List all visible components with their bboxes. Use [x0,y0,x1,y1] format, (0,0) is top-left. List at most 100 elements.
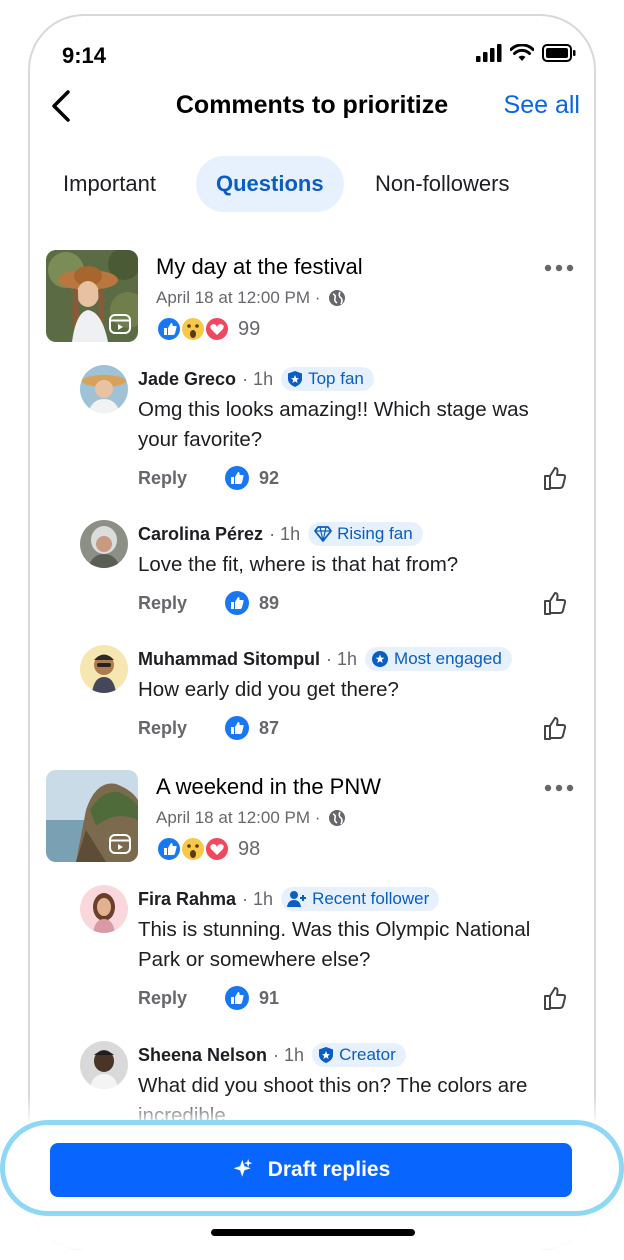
commenter-name[interactable]: Sheena Nelson [138,1045,267,1066]
reaction-icons [156,836,230,862]
commenter-name[interactable]: Jade Greco [138,369,236,390]
reaction-count: 99 [238,317,261,340]
avatar[interactable] [80,520,128,568]
filter-tabs: Important Questions Non-followers [0,156,624,212]
status-time: 9:14 [62,43,107,68]
like-reaction-icon [225,986,250,1010]
like-summary: 87 [225,716,279,740]
comment-header: Muhammad Sitompul · 1h Most engaged [138,645,512,673]
more-options-icon[interactable] [544,264,574,272]
comment-text: How early did you get there? [138,678,399,701]
comment-item: Carolina Pérez · 1h Rising fan Love the … [80,520,568,620]
tab-non-followers[interactable]: Non-followers [375,156,510,212]
avatar[interactable] [80,645,128,693]
comment-text: This is stunning. Was this Olympic Natio… [138,918,531,971]
avatar[interactable] [80,885,128,933]
like-reaction-icon [225,716,250,740]
tab-questions[interactable]: Questions [196,156,344,212]
comment-header: Sheena Nelson · 1h Creator [138,1041,406,1069]
diamond-icon [314,526,332,542]
like-summary: 89 [225,591,279,615]
post-date-text: April 18 at 12:00 PM · [156,808,321,827]
wifi-icon [510,44,534,61]
reaction-summary[interactable]: 98 [156,836,260,862]
fan-badge: Rising fan [308,522,423,546]
like-reaction-icon [225,466,250,490]
comment-time: · 1h [273,1044,305,1065]
commenter-name[interactable]: Muhammad Sitompul [138,649,320,670]
comment-time: · 1h [242,888,274,909]
like-count: 89 [259,592,280,613]
like-count: 91 [259,987,280,1008]
comment-time: · 1h [326,648,358,669]
commenter-name[interactable]: Carolina Pérez [138,524,263,545]
comment-text: Love the fit, where is that hat from? [138,553,459,576]
battery-icon [542,44,576,62]
badge-label: Recent follower [312,889,430,908]
like-count: 87 [259,717,280,738]
shield-icon [319,1047,334,1063]
avatar[interactable] [80,365,128,413]
badge-label: Top fan [308,369,364,388]
comment-time: · 1h [269,523,301,544]
post-date: April 18 at 12:00 PM · [156,288,346,308]
comment-time: · 1h [242,368,274,389]
reply-button[interactable]: Reply [138,593,187,614]
thumbs-up-icon[interactable] [542,715,568,741]
reply-button[interactable]: Reply [138,718,187,739]
comment-actions: Reply 87 [138,713,279,743]
like-summary: 91 [225,986,279,1010]
more-options-icon[interactable] [544,784,574,792]
globe-icon [329,290,346,306]
post-thumbnail[interactable] [46,250,138,342]
comment-item: Jade Greco · 1h Top fan Omg this looks a… [80,365,568,495]
like-count: 92 [259,467,280,488]
comment-item: Muhammad Sitompul · 1h Most engaged How … [80,645,568,745]
comment-actions: Reply 89 [138,588,279,618]
badge-label: Creator [339,1045,396,1064]
reaction-summary[interactable]: 99 [156,316,260,342]
comment-item: Fira Rahma · 1h Recent follower This is … [80,885,568,1015]
person-add-icon [287,891,307,907]
thumbs-up-icon[interactable] [542,590,568,616]
like-summary: 92 [225,466,279,490]
comment-actions: Reply 92 [138,463,279,493]
see-all-link[interactable]: See all [504,91,580,120]
shield-icon [288,371,303,387]
thumbs-up-icon[interactable] [542,985,568,1011]
post-date-text: April 18 at 12:00 PM · [156,288,321,307]
star-badge-icon [372,651,389,667]
comment-header: Carolina Pérez · 1h Rising fan [138,520,423,548]
comment-header: Fira Rahma · 1h Recent follower [138,885,440,913]
header: Comments to prioritize See all [28,84,596,128]
reaction-icons [156,316,230,342]
sparkle-icon [233,1158,253,1177]
reply-button[interactable]: Reply [138,988,187,1009]
post-title[interactable]: My day at the festival [156,254,363,280]
comment-actions: Reply 91 [138,983,279,1013]
draft-replies-label: Draft replies [267,1158,391,1181]
like-reaction-icon [225,591,250,615]
tab-important[interactable]: Important [63,156,156,212]
fan-badge: Most engaged [365,647,512,671]
fan-badge: Recent follower [281,887,440,911]
globe-icon [329,810,346,826]
post-thumbnail[interactable] [46,770,138,862]
home-indicator[interactable] [211,1229,415,1236]
post-title[interactable]: A weekend in the PNW [156,774,381,800]
cellular-signal-icon [476,44,502,62]
fan-badge: Top fan [281,367,374,391]
draft-replies-button[interactable]: Draft replies [50,1143,572,1197]
commenter-name[interactable]: Fira Rahma [138,889,236,910]
avatar[interactable] [80,1041,128,1089]
status-icons [476,44,576,62]
status-bar: 9:14 [28,14,596,94]
thumbs-up-icon[interactable] [542,465,568,491]
reaction-count: 98 [238,837,261,860]
badge-label: Most engaged [394,649,502,668]
fan-badge: Creator [312,1043,406,1067]
comment-header: Jade Greco · 1h Top fan [138,365,374,393]
post-date: April 18 at 12:00 PM · [156,808,346,828]
reply-button[interactable]: Reply [138,468,187,489]
reel-icon [109,834,131,854]
